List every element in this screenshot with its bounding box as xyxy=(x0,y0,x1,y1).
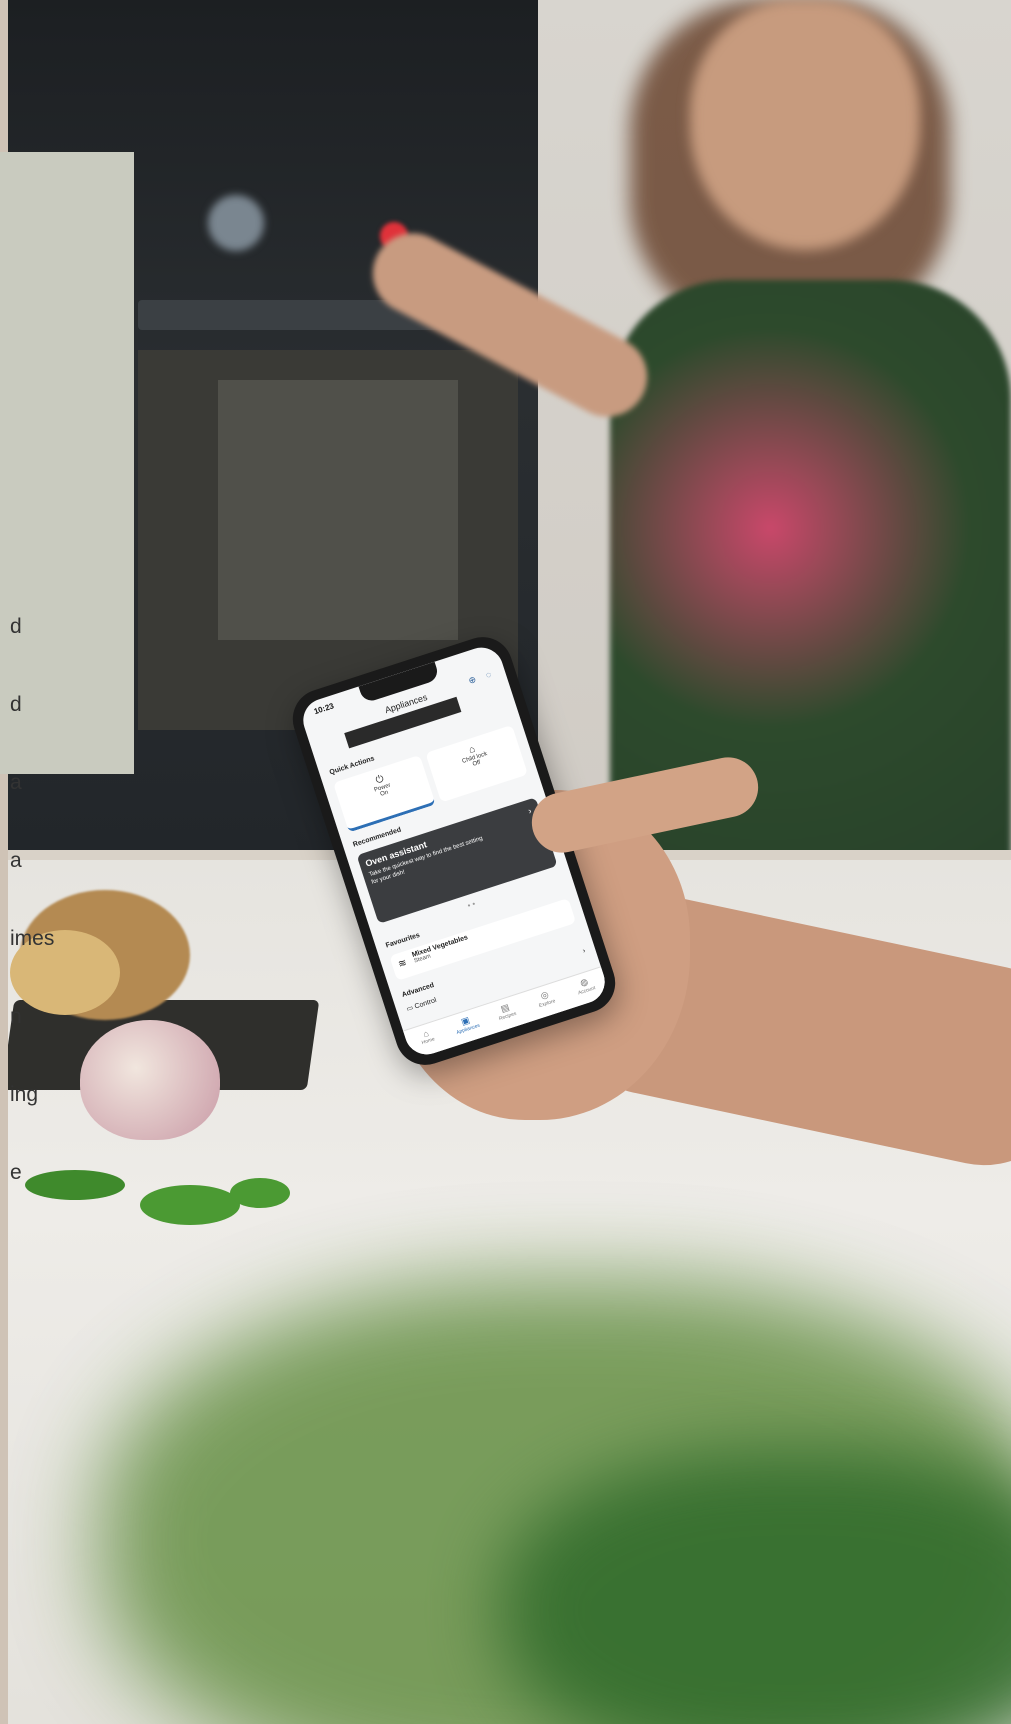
overlay-text: d d a a imes n ing e xyxy=(10,562,134,1238)
overlay-line: a xyxy=(10,849,22,872)
basil-leaf xyxy=(230,1178,290,1208)
overlay-line: d xyxy=(10,693,22,716)
kitchen-photo: 10:23 Appliances ⊕ ◌ Quick Actions ⏻ Pow… xyxy=(0,0,1011,1724)
overlay-line: a xyxy=(10,771,22,794)
overlay-line: n xyxy=(10,1005,22,1028)
tab-account[interactable]: ◍ Account xyxy=(562,967,611,1008)
control-label: Control xyxy=(413,996,438,1011)
steam-icon: ≋ xyxy=(396,957,409,971)
child-lock-action[interactable]: ⌂ Child lock Off xyxy=(425,724,528,803)
oven-interior xyxy=(218,380,458,640)
oven-control-knob xyxy=(208,195,264,251)
basil-leaf xyxy=(140,1185,240,1225)
chevron-right-icon: › xyxy=(581,947,587,955)
status-time: 10:23 xyxy=(312,701,336,717)
overlay-line: imes xyxy=(10,927,55,950)
text-overlay-panel: d d a a imes n ing e xyxy=(0,152,134,1184)
overlay-line: ing xyxy=(10,1083,39,1106)
overlay-line: e xyxy=(10,1161,22,1184)
overlay-line: d xyxy=(10,615,22,638)
woman-face xyxy=(690,0,920,250)
